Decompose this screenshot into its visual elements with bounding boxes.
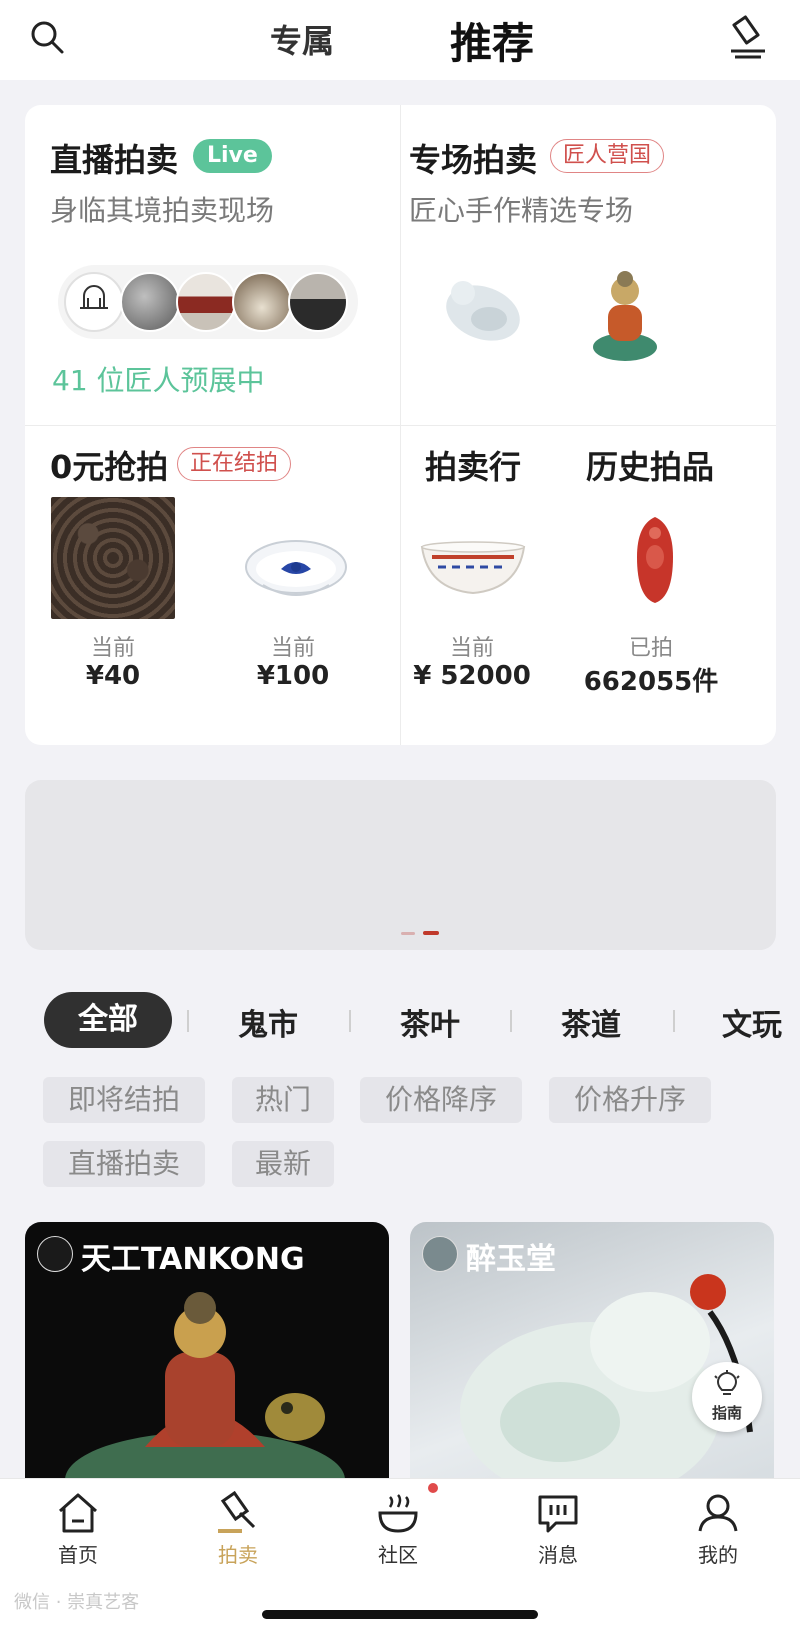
watermark: 微信 · 崇真艺客 bbox=[14, 1592, 140, 1613]
message-icon bbox=[538, 1495, 578, 1533]
search-icon[interactable] bbox=[28, 18, 68, 58]
store-name: 天工TANKONG bbox=[81, 1242, 305, 1277]
lightbulb-icon bbox=[714, 1370, 740, 1395]
guide-button[interactable]: 指南 bbox=[692, 1362, 762, 1432]
live-auction-subtitle: 身临其境拍卖现场 bbox=[50, 194, 275, 227]
zero-auction-title: 0元抢拍 bbox=[50, 448, 169, 486]
sold-count: 662055件 bbox=[583, 667, 719, 697]
category-tab-all[interactable]: 全部 bbox=[44, 992, 172, 1048]
gavel-icon bbox=[218, 1491, 256, 1533]
promo-banner[interactable] bbox=[25, 780, 776, 950]
preview-count: 41 位匠人预展中 bbox=[52, 364, 265, 397]
tab-community[interactable]: 社区 bbox=[338, 1491, 458, 1568]
auction-house-title: 拍卖行 bbox=[425, 448, 522, 486]
tab-label: 消息 bbox=[538, 1543, 578, 1567]
avatar bbox=[64, 272, 124, 332]
tab-label: 社区 bbox=[378, 1543, 418, 1567]
live-badge: Live bbox=[193, 139, 272, 173]
category-tab[interactable]: 茶道 bbox=[561, 1000, 621, 1044]
live-auction-title: 直播拍卖 bbox=[50, 141, 179, 179]
divider bbox=[510, 1010, 512, 1032]
current-price: ¥100 bbox=[256, 661, 330, 691]
tea-leaves-image bbox=[51, 497, 175, 619]
tab-messages[interactable]: 消息 bbox=[498, 1491, 618, 1568]
top-bar: 专属 推荐 bbox=[0, 0, 800, 80]
zero-auction-badge: 正在结拍 bbox=[177, 447, 292, 481]
category-tab[interactable]: 文玩 bbox=[722, 1000, 782, 1044]
current-label: 当前 bbox=[449, 636, 494, 661]
avatar bbox=[232, 272, 292, 332]
store-logo bbox=[422, 1236, 458, 1272]
divider bbox=[187, 1010, 189, 1032]
buddha-figurine-image bbox=[590, 265, 660, 369]
current-price: ¥ 52000 bbox=[413, 661, 531, 691]
profile-icon bbox=[698, 1494, 738, 1532]
sold-label: 已拍 bbox=[628, 636, 673, 661]
carousel-indicator-active bbox=[423, 931, 439, 935]
artisan-avatar-group bbox=[58, 265, 358, 339]
auction-house-bowl-image bbox=[418, 537, 528, 601]
current-price: ¥40 bbox=[85, 661, 141, 691]
tab-recommend[interactable]: 推荐 bbox=[450, 10, 534, 71]
divider bbox=[349, 1010, 351, 1032]
history-title: 历史拍品 bbox=[586, 448, 715, 486]
category-tabs: 全部 鬼市 茶叶 茶道 文玩 bbox=[0, 992, 800, 1048]
tab-home[interactable]: 首页 bbox=[18, 1491, 138, 1568]
divider bbox=[673, 1010, 675, 1032]
jade-carving-image bbox=[460, 1274, 753, 1480]
filter-chip[interactable]: 热门 bbox=[232, 1077, 334, 1123]
home-icon bbox=[59, 1493, 97, 1533]
community-icon bbox=[378, 1494, 418, 1533]
filter-chip[interactable]: 最新 bbox=[232, 1141, 334, 1187]
avatar bbox=[120, 272, 180, 332]
store-name: 醉玉堂 bbox=[466, 1242, 556, 1277]
category-tab[interactable]: 茶叶 bbox=[400, 1000, 460, 1044]
red-guanyin-image bbox=[633, 515, 677, 609]
tab-auction[interactable]: 拍卖 bbox=[178, 1491, 298, 1568]
notification-dot bbox=[428, 1483, 438, 1493]
divider bbox=[25, 425, 776, 426]
category-tab[interactable]: 鬼市 bbox=[238, 1000, 298, 1044]
carousel-indicator bbox=[401, 932, 415, 935]
tab-label: 拍卖 bbox=[218, 1543, 258, 1567]
tab-profile[interactable]: 我的 bbox=[658, 1491, 778, 1568]
feed-card[interactable]: 天工TANKONG bbox=[25, 1222, 389, 1480]
tab-label: 我的 bbox=[698, 1543, 738, 1567]
avatar bbox=[288, 272, 348, 332]
porcelain-bowl-image bbox=[243, 537, 349, 611]
filter-chip[interactable]: 价格降序 bbox=[360, 1077, 522, 1123]
tab-label: 首页 bbox=[58, 1543, 98, 1567]
avatar bbox=[176, 272, 236, 332]
filter-chip[interactable]: 即将结拍 bbox=[43, 1077, 205, 1123]
filter-chip[interactable]: 价格升序 bbox=[549, 1077, 711, 1123]
jade-pendant-image bbox=[437, 273, 527, 357]
store-logo bbox=[37, 1236, 73, 1272]
special-auction-title: 专场拍卖 bbox=[409, 141, 538, 179]
home-indicator[interactable] bbox=[262, 1610, 538, 1619]
filter-chip[interactable]: 直播拍卖 bbox=[43, 1141, 205, 1187]
auction-gavel-icon[interactable] bbox=[725, 15, 771, 61]
current-label: 当前 bbox=[270, 636, 315, 661]
auction-entry-card: 直播拍卖 Live 身临其境拍卖现场 41 位匠人预展中 专场拍卖 匠人营国 匠… bbox=[25, 105, 776, 745]
guide-label: 指南 bbox=[711, 1404, 742, 1422]
current-label: 当前 bbox=[90, 636, 135, 661]
special-auction-badge: 匠人营国 bbox=[550, 139, 665, 173]
tab-exclusive[interactable]: 专属 bbox=[270, 16, 334, 62]
feed-card[interactable]: 醉玉堂 bbox=[410, 1222, 774, 1480]
special-auction-subtitle: 匠心手作精选专场 bbox=[409, 194, 634, 227]
